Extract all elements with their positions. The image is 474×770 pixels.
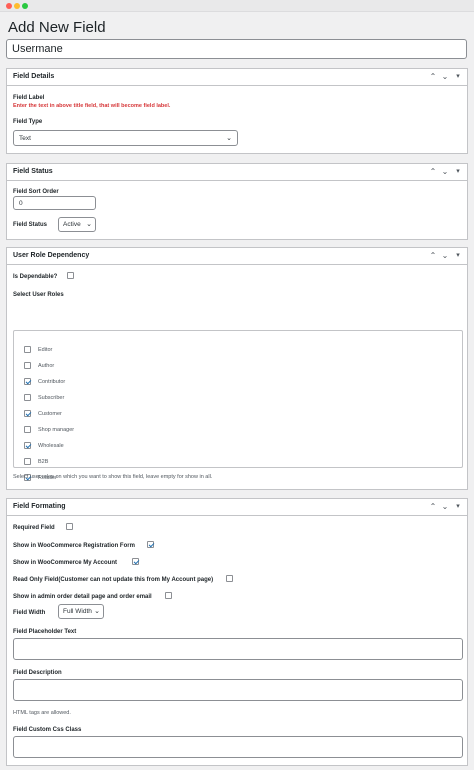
select-user-roles-label: Select User Roles <box>13 292 64 298</box>
role-label: Wholesale <box>38 443 64 449</box>
user-role-dependency-panel: User Role Dependency ⌃ ⌄ ▾ Is Dependable… <box>6 247 468 490</box>
close-window-icon[interactable] <box>6 3 12 9</box>
field-type-label: Field Type <box>13 119 43 125</box>
caret-down-icon[interactable]: ▾ <box>453 167 463 177</box>
page-title: Add New Field <box>8 19 106 36</box>
panel-title: User Role Dependency <box>13 252 90 259</box>
description-textarea[interactable] <box>13 679 463 701</box>
formatting-option-checkbox[interactable] <box>147 541 154 548</box>
dependable-checkbox[interactable] <box>67 272 74 279</box>
user-roles-list: Editor Author Contributor Subscriber Custome… <box>13 330 463 481</box>
role-label: Shop manager <box>38 427 75 433</box>
field-details-panel: Field Details ⌃ ⌄ ▾ Field Label Enter th… <box>6 68 468 154</box>
placeholder-textarea[interactable] <box>13 638 463 660</box>
field-formatting-panel: Field Formating ⌃ ⌄ ▾ Required Field Show… <box>6 498 468 766</box>
sort-order-value: 0 <box>19 200 23 207</box>
chevron-down-icon: ⌄ <box>226 135 232 142</box>
field-title-input[interactable] <box>6 39 467 59</box>
formatting-option-label: Read Only Field(Customer can not update … <box>13 577 214 583</box>
role-checkbox[interactable] <box>24 362 31 369</box>
role-checkbox[interactable] <box>24 426 31 433</box>
role-label: Author <box>38 363 55 369</box>
chevron-up-icon[interactable]: ⌃ <box>428 251 438 261</box>
panel-header[interactable]: User Role Dependency ⌃ ⌄ ▾ <box>7 248 467 265</box>
user-roles-hint: Select user roles on which you want to s… <box>13 474 213 480</box>
field-label-heading: Field Label <box>13 95 45 101</box>
formatting-option-label: Show in WooCommerce Registration Form <box>13 543 135 549</box>
role-checkbox[interactable] <box>24 442 31 449</box>
role-label: Subscriber <box>38 395 65 401</box>
chevron-down-icon[interactable]: ⌄ <box>440 502 450 512</box>
panel-header[interactable]: Field Status ⌃ ⌄ ▾ <box>7 164 467 181</box>
sort-order-label: Field Sort Order <box>13 189 59 195</box>
description-label: Field Description <box>13 670 62 676</box>
window-titlebar <box>0 0 474 12</box>
chevron-down-icon[interactable]: ⌄ <box>440 72 450 82</box>
chevron-up-icon[interactable]: ⌃ <box>428 167 438 177</box>
role-label: Contributor <box>38 379 66 385</box>
maximize-window-icon[interactable] <box>22 3 28 9</box>
sort-order-input[interactable]: 0 <box>13 196 96 210</box>
role-label: Customer <box>38 411 62 417</box>
field-status-select[interactable]: Active ⌄ <box>58 217 96 232</box>
dependable-label: Is Dependable? <box>13 274 58 280</box>
panel-header[interactable]: Field Details ⌃ ⌄ ▾ <box>7 69 467 86</box>
field-status-panel: Field Status ⌃ ⌄ ▾ Field Sort Order 0 Fi… <box>6 163 468 240</box>
panel-title: Field Formating <box>13 503 66 510</box>
formatting-option-checkbox[interactable] <box>165 592 172 599</box>
formatting-option-checkbox[interactable] <box>132 558 139 565</box>
chevron-down-icon: ⌄ <box>86 221 92 228</box>
formatting-option-checkbox[interactable] <box>226 575 233 582</box>
caret-down-icon[interactable]: ▾ <box>453 72 463 82</box>
chevron-down-icon[interactable]: ⌄ <box>440 167 450 177</box>
field-width-label: Field Width <box>13 610 46 616</box>
field-width-select[interactable]: Full Width ⌄ <box>58 604 104 619</box>
field-width-value: Full Width <box>63 608 92 615</box>
role-label: B2B <box>38 459 49 465</box>
chevron-up-icon[interactable]: ⌃ <box>428 72 438 82</box>
caret-down-icon[interactable]: ▾ <box>453 251 463 261</box>
panel-title: Field Details <box>13 73 55 80</box>
field-status-label: Field Status <box>13 222 48 228</box>
panel-title: Field Status <box>13 168 53 175</box>
role-checkbox[interactable] <box>24 346 31 353</box>
chevron-down-icon[interactable]: ⌄ <box>440 251 450 261</box>
minimize-window-icon[interactable] <box>14 3 20 9</box>
formatting-option-label: Show in admin order detail page and orde… <box>13 594 152 600</box>
field-label-hint: Enter the text in above title field, tha… <box>13 103 171 109</box>
role-checkbox[interactable] <box>24 458 31 465</box>
role-label: Editor <box>38 347 53 353</box>
field-type-value: Text <box>19 135 31 142</box>
role-checkbox[interactable] <box>24 394 31 401</box>
field-status-value: Active <box>63 221 81 228</box>
chevron-up-icon[interactable]: ⌃ <box>428 502 438 512</box>
field-type-select[interactable]: Text ⌄ <box>13 130 238 146</box>
caret-down-icon[interactable]: ▾ <box>453 502 463 512</box>
formatting-option-checkbox[interactable] <box>66 523 73 530</box>
description-hint: HTML tags are allowed. <box>13 710 71 716</box>
panel-header[interactable]: Field Formating ⌃ ⌄ ▾ <box>7 499 467 516</box>
role-checkbox[interactable] <box>24 378 31 385</box>
formatting-option-label: Show in WooCommerce My Account <box>13 560 118 566</box>
role-checkbox[interactable] <box>24 410 31 417</box>
formatting-option-label: Required Field <box>13 525 55 531</box>
css-class-label: Field Custom Css Class <box>13 727 82 733</box>
placeholder-label: Field Placeholder Text <box>13 629 77 635</box>
chevron-down-icon: ⌄ <box>94 608 100 615</box>
css-class-input[interactable] <box>13 736 463 758</box>
